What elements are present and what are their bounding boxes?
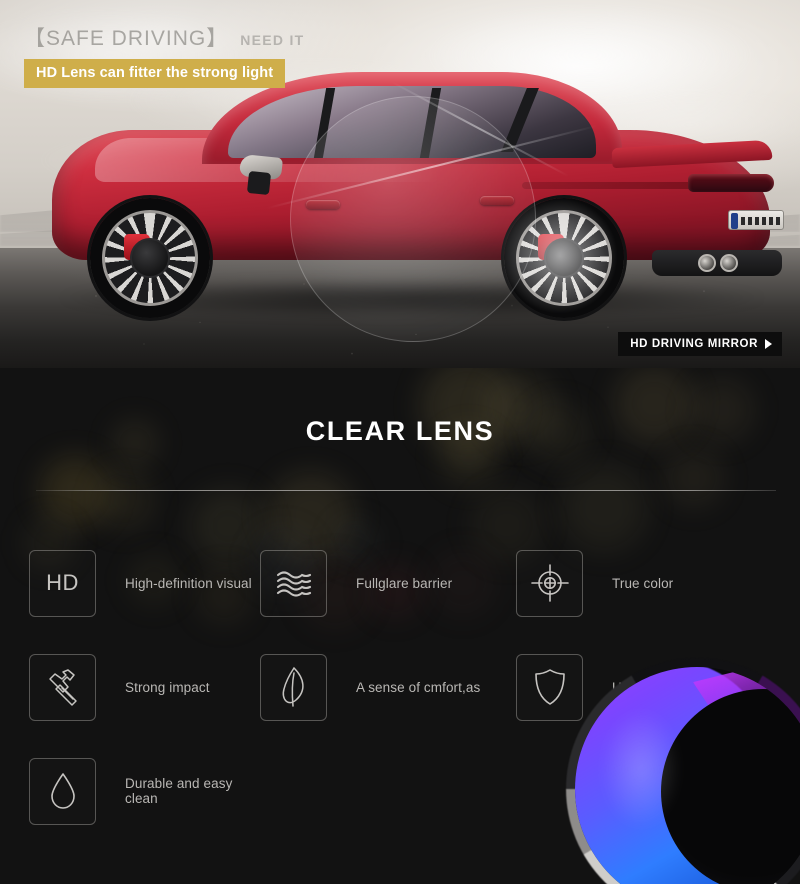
rear-wheel: [504, 198, 624, 318]
rear-diffuser: [652, 250, 782, 276]
hero-headline-group: 【SAFE DRIVING】 NEED IT HD Lens can fitte…: [24, 22, 305, 88]
feature-item-durable-easy-clean[interactable]: Durable and easy clean: [0, 739, 254, 843]
lens-product-graphic: [566, 658, 800, 884]
front-wheel: [90, 198, 210, 318]
feature-row: HD High-definition visual Fullglare barr…: [0, 531, 800, 635]
hero-kicker-main: 【SAFE DRIVING】: [24, 27, 229, 50]
lens-highlight: [601, 709, 681, 829]
mirror-camera: [246, 170, 272, 196]
car-body-crease: [522, 182, 702, 189]
feature-item-true-color[interactable]: True color: [502, 531, 800, 635]
exhaust-pipe: [698, 254, 716, 272]
hero-kicker: 【SAFE DRIVING】 NEED IT: [24, 22, 305, 52]
feature-label: Durable and easy clean: [125, 776, 233, 806]
license-plate: [728, 210, 784, 230]
wheel-hub: [130, 238, 170, 278]
hero-car-banner: 【SAFE DRIVING】 NEED IT HD Lens can fitte…: [0, 0, 800, 368]
hd-driving-mirror-badge[interactable]: HD DRIVING MIRROR: [618, 332, 782, 356]
feature-item-strong-impact[interactable]: Strong impact: [0, 635, 254, 739]
product-detail-page: 【SAFE DRIVING】 NEED IT HD Lens can fitte…: [0, 0, 800, 884]
feature-item-fullglare-barrier[interactable]: Fullglare barrier: [254, 531, 502, 635]
feature-cell-empty: [254, 739, 502, 843]
red-sports-car: [52, 72, 784, 318]
lens-inner-surface: [575, 667, 800, 884]
waterdrop-icon: [29, 757, 96, 825]
hero-banner-text: HD Lens can fitter the strong light: [24, 59, 286, 88]
waves-icon: [260, 549, 327, 617]
feature-item-comfort[interactable]: A sense of cmfort,as: [254, 635, 502, 739]
feature-item-high-definition[interactable]: HD High-definition visual: [0, 531, 254, 635]
play-triangle-icon: [765, 339, 772, 349]
hd-icon: HD: [29, 549, 96, 617]
section-title: CLEAR LENS: [305, 416, 495, 446]
car-taillight: [688, 174, 774, 192]
door-handle: [306, 200, 340, 209]
feature-label: Strong impact: [125, 679, 210, 695]
hd-badge-label: HD DRIVING MIRROR: [630, 338, 758, 350]
door-handle: [480, 196, 514, 205]
exhaust-pipe: [720, 254, 738, 272]
feature-label: Fullglare barrier: [356, 575, 453, 591]
feature-label: A sense of cmfort,as: [356, 679, 481, 695]
feature-label: True color: [612, 575, 674, 591]
clear-lens-section: CLEAR LENS HD High-definition visual Ful…: [0, 368, 800, 884]
section-divider: [36, 490, 776, 491]
hero-kicker-sub: NEED IT: [240, 32, 305, 48]
feature-label: High-definition visual: [125, 575, 252, 591]
crosshair-icon: [516, 549, 583, 617]
hd-icon-label: HD: [46, 570, 79, 595]
leaf-icon: [260, 653, 327, 721]
car-windows: [228, 86, 596, 158]
wheel-hub: [544, 238, 584, 278]
hammer-icon: [29, 653, 96, 721]
